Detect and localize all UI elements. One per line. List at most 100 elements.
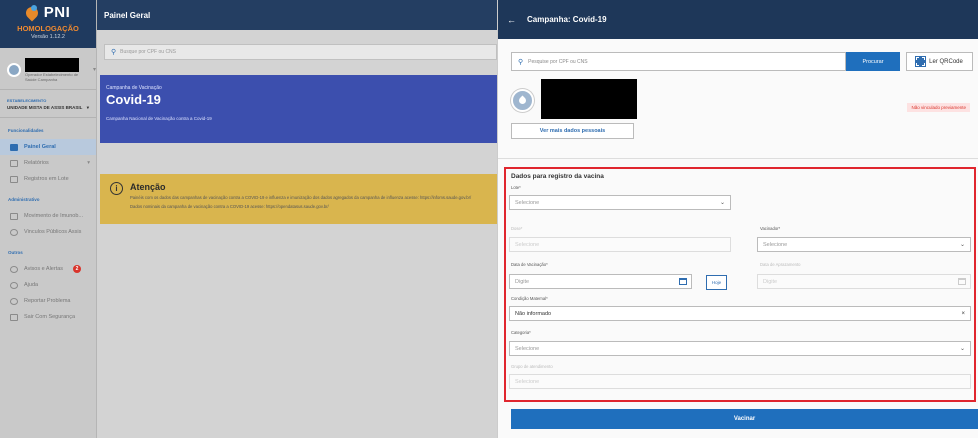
search-placeholder: Pesquise por CPF ou CNS xyxy=(528,58,588,65)
environment-label: HOMOLOGAÇÃO xyxy=(17,24,79,33)
dose-value: Selecione xyxy=(515,241,540,248)
categoria-label: Categoria* xyxy=(511,330,531,335)
search-icon: ⚲ xyxy=(111,49,117,56)
person-avatar xyxy=(511,89,534,112)
main-content: Painel Geral ⚲ Busque por CPF ou CNS Cam… xyxy=(97,0,497,438)
vial-icon xyxy=(10,212,18,220)
dose-label: Dose* xyxy=(511,226,523,231)
establishment-name: UNIDADE MISTA DE ASSIS BRASIL xyxy=(7,105,83,110)
chevron-down-icon: ⌄ xyxy=(959,242,965,248)
search-button[interactable]: Procurar xyxy=(846,52,900,71)
alert-line-1: Painéis com os dados das campanhas de va… xyxy=(130,195,472,200)
report-icon xyxy=(10,159,18,167)
help-icon xyxy=(10,281,18,289)
search-input[interactable]: ⚲ Busque por CPF ou CNS xyxy=(104,44,497,60)
divider xyxy=(498,158,978,159)
sidebar-item-movimento[interactable]: Movimento de Imunob... xyxy=(0,208,96,224)
cpf-search-input[interactable]: ⚲ Pesquise por CPF ou CNS xyxy=(511,52,846,71)
categoria-select[interactable]: Selecione ⌄ xyxy=(509,341,971,356)
drawer-search-row: ⚲ Pesquise por CPF ou CNS Procurar Ler Q… xyxy=(511,52,978,71)
logo-text: PNI xyxy=(43,4,71,21)
lote-select[interactable]: Selecione ⌄ xyxy=(509,195,731,210)
data-aprazamento-value: Digite xyxy=(763,278,778,285)
logo-area: PNI HOMOLOGAÇÃO Versão 1.12.2 xyxy=(0,0,96,48)
data-aprazamento-input[interactable]: Digite xyxy=(757,274,971,289)
more-personal-data-button[interactable]: Ver mais dados pessoais xyxy=(511,123,634,139)
sidebar-item-label: Vinculos Públicos Assis xyxy=(24,229,82,235)
person-info-redacted xyxy=(541,79,637,119)
campaign-drawer: ← Campanha: Covid-19 ⚲ Pesquise por CPF … xyxy=(497,0,978,438)
app-logo: PNI xyxy=(23,4,71,21)
vaccine-registration-form: Dados para registro da vacina Lote* Sele… xyxy=(504,167,976,402)
search-placeholder: Busque por CPF ou CNS xyxy=(120,49,176,55)
person-summary: Ver mais dados pessoais Não vinculado pr… xyxy=(498,71,978,151)
chevron-down-icon: ▾ xyxy=(87,160,90,166)
data-vacinacao-input[interactable]: Digite xyxy=(509,274,692,289)
today-button[interactable]: Hoje xyxy=(706,275,727,290)
back-arrow-icon[interactable]: ← xyxy=(507,15,516,25)
grupo-atendimento-value: Selecione xyxy=(515,378,540,385)
qrcode-icon xyxy=(915,56,927,67)
dashboard-icon xyxy=(10,143,18,151)
condicao-maternal-select[interactable]: Não informado × xyxy=(509,306,971,321)
chevron-down-icon: ▾ xyxy=(92,67,96,73)
info-icon: i xyxy=(110,182,123,195)
data-vacinacao-value: Digite xyxy=(515,278,530,285)
data-vacinacao-label: Data de Vacinação* xyxy=(511,262,548,267)
sidebar: PNI HOMOLOGAÇÃO Versão 1.12.2 Operador E… xyxy=(0,0,97,438)
user-name-redacted xyxy=(25,57,79,72)
drop-logo-icon xyxy=(23,4,41,21)
pencil-icon xyxy=(10,175,18,183)
vacinador-value: Selecione xyxy=(763,241,788,248)
user-menu[interactable]: Operador Estabelecimento de Saúde Campan… xyxy=(0,57,96,90)
sidebar-item-label: Painel Geral xyxy=(24,144,56,150)
vacinar-button[interactable]: Vacinar xyxy=(511,409,978,429)
chevron-down-icon: ⌄ xyxy=(719,200,725,206)
sidebar-item-vinculos[interactable]: Vinculos Públicos Assis xyxy=(0,224,96,240)
search-icon: ⚲ xyxy=(518,58,524,66)
sidebar-item-relatorios[interactable]: Relatórios ▾ xyxy=(0,155,96,171)
drawer-title: Campanha: Covid-19 xyxy=(527,15,607,24)
sidebar-item-label: Relatórios xyxy=(24,160,49,166)
campaign-subtitle: Campanha Nacional de Vacinação contra a … xyxy=(106,116,212,121)
sidebar-item-sair[interactable]: Sair Com Segurança xyxy=(0,309,96,325)
notification-badge: 2 xyxy=(73,265,82,273)
section-funcionalidades: Funcionalidades xyxy=(8,128,44,133)
chevron-down-icon: ▾ xyxy=(86,105,89,110)
drawer-header: ← Campanha: Covid-19 xyxy=(498,0,978,39)
avatar xyxy=(7,62,21,77)
report-problem-icon xyxy=(10,297,18,305)
qrcode-button-label: Ler QRCode xyxy=(929,58,963,65)
vacinador-label: Vacinador* xyxy=(760,226,781,231)
establishment-label: ESTABELECIMENTO xyxy=(7,98,47,103)
section-administrativo: Administrativo xyxy=(8,197,40,202)
lote-value: Selecione xyxy=(515,199,540,206)
sidebar-item-label: Reportar Problema xyxy=(24,298,71,304)
data-aprazamento-label: Data de Aprazamento xyxy=(760,262,801,267)
campaign-card[interactable]: Campanha de Vacinação Covid-19 Campanha … xyxy=(100,75,497,143)
sidebar-item-label: Registros em Lote xyxy=(24,176,69,182)
condicao-maternal-label: Condição Maternal* xyxy=(511,296,548,301)
calendar-icon[interactable] xyxy=(679,278,687,285)
qrcode-button[interactable]: Ler QRCode xyxy=(906,52,973,71)
section-outros: Outros xyxy=(8,250,23,255)
sidebar-item-painel-geral[interactable]: Painel Geral xyxy=(0,139,96,155)
sidebar-item-avisos[interactable]: Avisos e Alertas 2 xyxy=(0,261,96,277)
sidebar-item-registros-lote[interactable]: Registros em Lote xyxy=(0,171,96,187)
vacinador-select[interactable]: Selecione ⌄ xyxy=(757,237,971,252)
establishment-selector[interactable]: ESTABELECIMENTO UNIDADE MISTA DE ASSIS B… xyxy=(0,90,96,118)
dose-select[interactable]: Selecione xyxy=(509,237,731,252)
bell-icon xyxy=(10,265,18,273)
grupo-atendimento-select[interactable]: Selecione xyxy=(509,374,971,389)
sidebar-item-label: Sair Com Segurança xyxy=(24,314,76,320)
sidebar-item-ajuda[interactable]: Ajuda xyxy=(0,277,96,293)
campaign-title: Covid-19 xyxy=(106,92,161,107)
status-badge: Não vinculado previamente xyxy=(907,103,970,112)
condicao-maternal-value: Não informado xyxy=(515,310,552,317)
sidebar-item-reportar[interactable]: Reportar Problema xyxy=(0,293,96,309)
sidebar-item-label: Movimento de Imunob... xyxy=(24,213,84,219)
campaign-label: Campanha de Vacinação xyxy=(106,85,162,91)
clear-icon[interactable]: × xyxy=(961,311,965,317)
grupo-atendimento-label: Grupo de atendimento xyxy=(511,364,553,369)
alert-line-2: Dados nominais da campanha de vacinação … xyxy=(130,204,329,209)
